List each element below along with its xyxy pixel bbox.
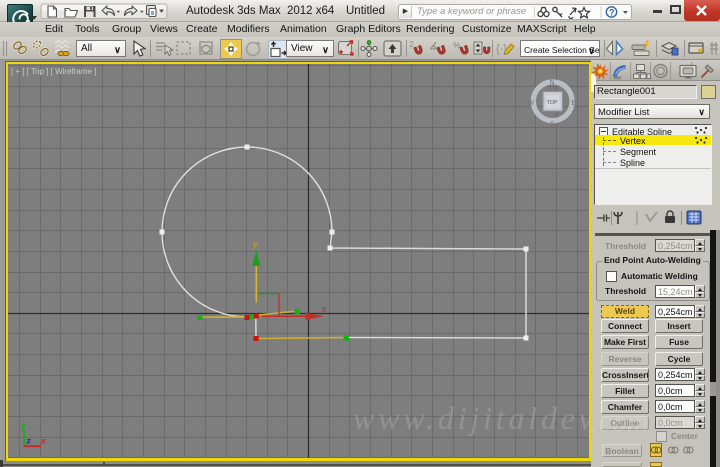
svg-text:www.dijitaldev: www.dijitaldev bbox=[353, 400, 589, 436]
svg-text:2: 2 bbox=[409, 40, 414, 49]
svg-text:W: W bbox=[528, 100, 535, 107]
svg-text:z: z bbox=[26, 436, 32, 446]
svg-text:?: ? bbox=[609, 8, 615, 18]
svg-text:y: y bbox=[252, 239, 258, 249]
svg-text:x: x bbox=[321, 304, 327, 314]
svg-text:TOP: TOP bbox=[547, 100, 559, 106]
svg-text:N: N bbox=[550, 80, 555, 87]
svg-text:S: S bbox=[550, 121, 555, 128]
svg-text:E: E bbox=[572, 100, 577, 107]
svg-text:y: y bbox=[20, 420, 27, 430]
